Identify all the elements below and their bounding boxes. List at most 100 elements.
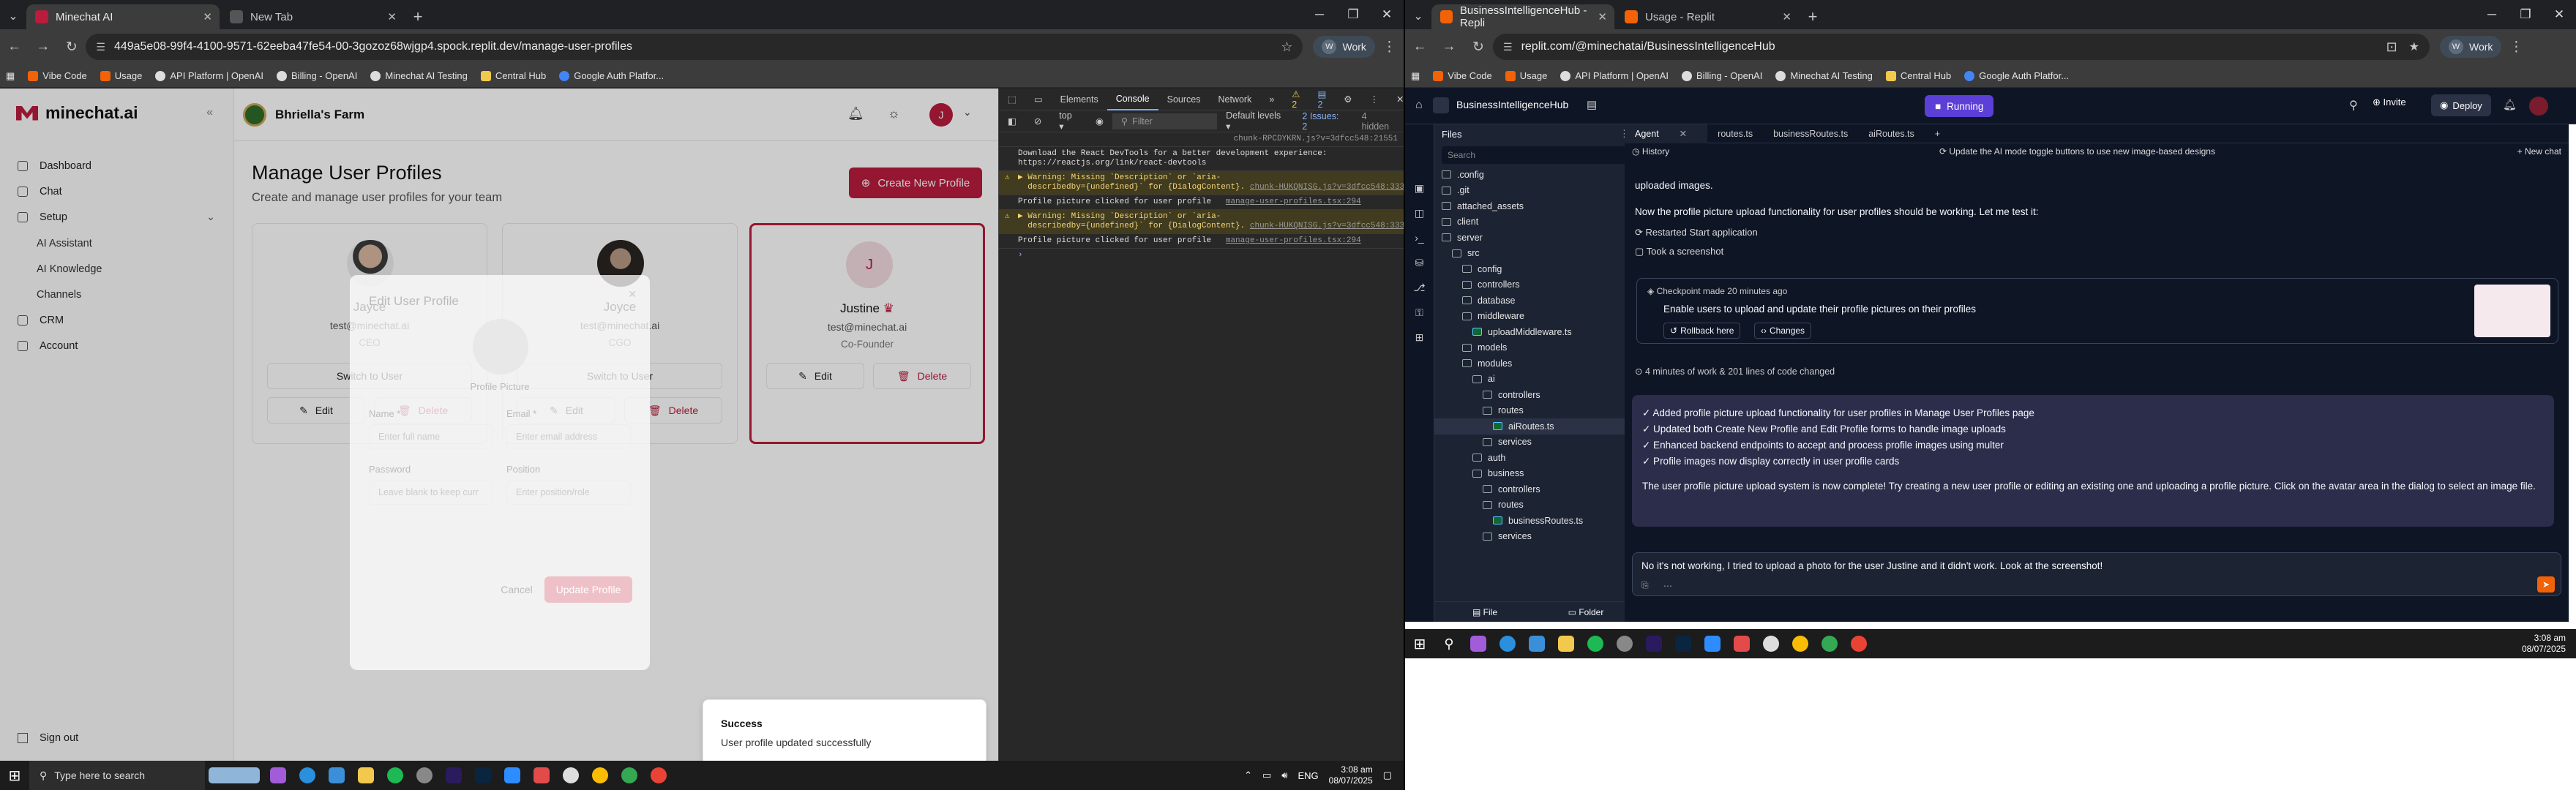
close-devtools-icon[interactable]: ✕: [1388, 94, 1404, 105]
taskbar-app[interactable]: [1581, 629, 1610, 658]
close-window-icon[interactable]: ✕: [1370, 0, 1404, 29]
bookmark-item[interactable]: Central Hub: [1885, 70, 1951, 81]
taskbar-app[interactable]: [439, 761, 468, 790]
sidebar-toggle-icon[interactable]: ◧: [999, 116, 1025, 127]
clock[interactable]: 3:08 am 08/07/2025: [1329, 764, 1373, 786]
bookmark-item[interactable]: Billing - OpenAI: [277, 70, 357, 81]
taskbar-app[interactable]: [615, 761, 644, 790]
back-icon[interactable]: ←: [0, 32, 29, 61]
new-tab-button[interactable]: +: [1800, 4, 1825, 29]
taskbar-app[interactable]: [1815, 629, 1844, 658]
tab-new-tab[interactable]: New Tab ✕: [221, 4, 404, 29]
bookmark-star-icon[interactable]: ☆: [1281, 40, 1292, 55]
taskbar-app[interactable]: [1756, 629, 1786, 658]
file-tree-folder[interactable]: src: [1434, 246, 1636, 262]
taskbar-app[interactable]: [1522, 629, 1551, 658]
menu-icon[interactable]: ⋮: [2501, 32, 2531, 61]
workspace-layout-icon[interactable]: ▤: [1587, 98, 1597, 111]
file-tree-folder[interactable]: controllers: [1434, 481, 1636, 497]
update-profile-button[interactable]: Update Profile: [544, 576, 632, 603]
maximize-icon[interactable]: ❐: [2509, 0, 2542, 29]
taskbar-app[interactable]: [263, 761, 293, 790]
close-window-icon[interactable]: ✕: [2542, 0, 2576, 29]
cancel-button[interactable]: Cancel: [489, 576, 544, 603]
address-bar[interactable]: ☰ 449a5e08-99f4-4100-9571-62eeba47fe54-0…: [86, 34, 1303, 60]
search-icon[interactable]: ⚲: [2349, 98, 2358, 113]
new-tab-button[interactable]: +: [405, 4, 430, 29]
start-button[interactable]: ⊞: [1405, 629, 1434, 658]
taskbar-app[interactable]: [1551, 629, 1581, 658]
minimize-icon[interactable]: ─: [1303, 0, 1336, 29]
file-tree-folder[interactable]: modules: [1434, 356, 1636, 372]
files-search-input[interactable]: Search: [1442, 146, 1629, 164]
bookmark-item[interactable]: API Platform | OpenAI: [1560, 70, 1669, 81]
taskbar-app[interactable]: [1464, 629, 1493, 658]
log-source-link[interactable]: chunk-HUKQNISG.js?v=3dfcc548:333: [1250, 222, 1404, 230]
console-warning[interactable]: ▶ Warning: Missing `Description` or `ari…: [999, 171, 1404, 195]
file-tree-folder[interactable]: client: [1434, 214, 1636, 230]
file-tree-folder[interactable]: server: [1434, 230, 1636, 246]
log-source-link[interactable]: manage-user-profiles.tsx:294: [1226, 198, 1361, 206]
taskbar-app[interactable]: [1639, 629, 1669, 658]
close-tab-icon[interactable]: ✕: [387, 10, 397, 23]
bookmark-item[interactable]: Billing - OpenAI: [1682, 70, 1762, 81]
file-tree-file[interactable]: uploadMiddleware.ts: [1434, 324, 1636, 340]
install-app-icon[interactable]: ⊡: [2386, 40, 2397, 55]
tools-icon[interactable]: ⋯: [1663, 581, 1672, 591]
network-icon[interactable]: ▭: [1262, 770, 1271, 781]
tab-business-routes[interactable]: businessRoutes.ts: [1763, 129, 1858, 139]
taskbar-app[interactable]: [1844, 629, 1873, 658]
taskbar-app[interactable]: [322, 761, 351, 790]
bookmark-item[interactable]: Minechat AI Testing: [1775, 70, 1873, 81]
taskbar-app[interactable]: [1698, 629, 1727, 658]
taskbar-app[interactable]: [527, 761, 556, 790]
file-tree-folder[interactable]: controllers: [1434, 277, 1636, 293]
taskbar-app[interactable]: [1669, 629, 1698, 658]
close-tab-icon[interactable]: ✕: [1669, 128, 1697, 139]
file-tree-folder[interactable]: routes: [1434, 403, 1636, 419]
menu-icon[interactable]: ⋮: [1375, 32, 1404, 61]
invite-button[interactable]: ⊕ Invite: [2373, 97, 2406, 108]
search-button[interactable]: ⚲: [1434, 629, 1464, 658]
taskbar-app[interactable]: [468, 761, 498, 790]
secrets-tool-icon[interactable]: ⚿: [1405, 300, 1434, 325]
volume-icon[interactable]: 🔊︎: [1281, 770, 1287, 781]
taskbar-app[interactable]: [1786, 629, 1815, 658]
taskbar-app[interactable]: [556, 761, 585, 790]
forward-icon[interactable]: →: [29, 32, 57, 61]
bookmark-item[interactable]: Vibe Code: [28, 70, 87, 81]
work-summary-row[interactable]: ⊙ 4 minutes of work & 201 lines of code …: [1635, 366, 1835, 377]
forward-icon[interactable]: →: [1434, 32, 1464, 61]
console-filter-input[interactable]: ⚲ Filter: [1112, 113, 1218, 129]
send-button[interactable]: ➤: [2537, 576, 2555, 592]
bookmark-item[interactable]: Usage: [100, 70, 142, 81]
tab-console[interactable]: Console: [1107, 89, 1158, 110]
screenshot-step[interactable]: ▢ Took a screenshot: [1635, 246, 1723, 257]
taskbar-app[interactable]: [1727, 629, 1756, 658]
tab-sources[interactable]: Sources: [1158, 94, 1210, 105]
console-prompt[interactable]: ›: [999, 249, 1404, 263]
tab-usage[interactable]: Usage - Replit ✕: [1616, 4, 1799, 29]
profile-chip[interactable]: W Work: [2440, 36, 2502, 58]
issues-button[interactable]: 2 Issues: 2: [1293, 111, 1352, 132]
clock[interactable]: 3:08 am 08/07/2025: [2522, 633, 2566, 655]
file-tree-file[interactable]: aiRoutes.ts: [1434, 418, 1636, 434]
console-line[interactable]: Download the React DevTools for a better…: [999, 147, 1404, 171]
bookmark-item[interactable]: Minechat AI Testing: [370, 70, 468, 81]
message-count[interactable]: ▤ 2: [1308, 89, 1335, 110]
bookmark-item[interactable]: Vibe Code: [1433, 70, 1492, 81]
tab-agent[interactable]: Agent ✕: [1625, 124, 1708, 143]
tab-search-icon[interactable]: ⌄: [1405, 3, 1431, 29]
bookmark-item[interactable]: API Platform | OpenAI: [155, 70, 263, 81]
taskbar-search[interactable]: ⚲ Type here to search: [29, 761, 205, 790]
new-folder-button[interactable]: ▭ Folder: [1535, 607, 1636, 617]
settings-icon[interactable]: ⚙: [1335, 94, 1360, 105]
taskbar-app[interactable]: [381, 761, 410, 790]
taskbar-app[interactable]: [293, 761, 322, 790]
new-file-button[interactable]: ▤ File: [1434, 607, 1535, 617]
bookmark-item[interactable]: Google Auth Platfor...: [1964, 70, 2069, 81]
preview-tool-icon[interactable]: ◫: [1405, 200, 1434, 225]
tab-elements[interactable]: Elements: [1052, 94, 1107, 105]
file-tree-file[interactable]: businessRoutes.ts: [1434, 513, 1636, 529]
file-tree-folder[interactable]: auth: [1434, 450, 1636, 466]
